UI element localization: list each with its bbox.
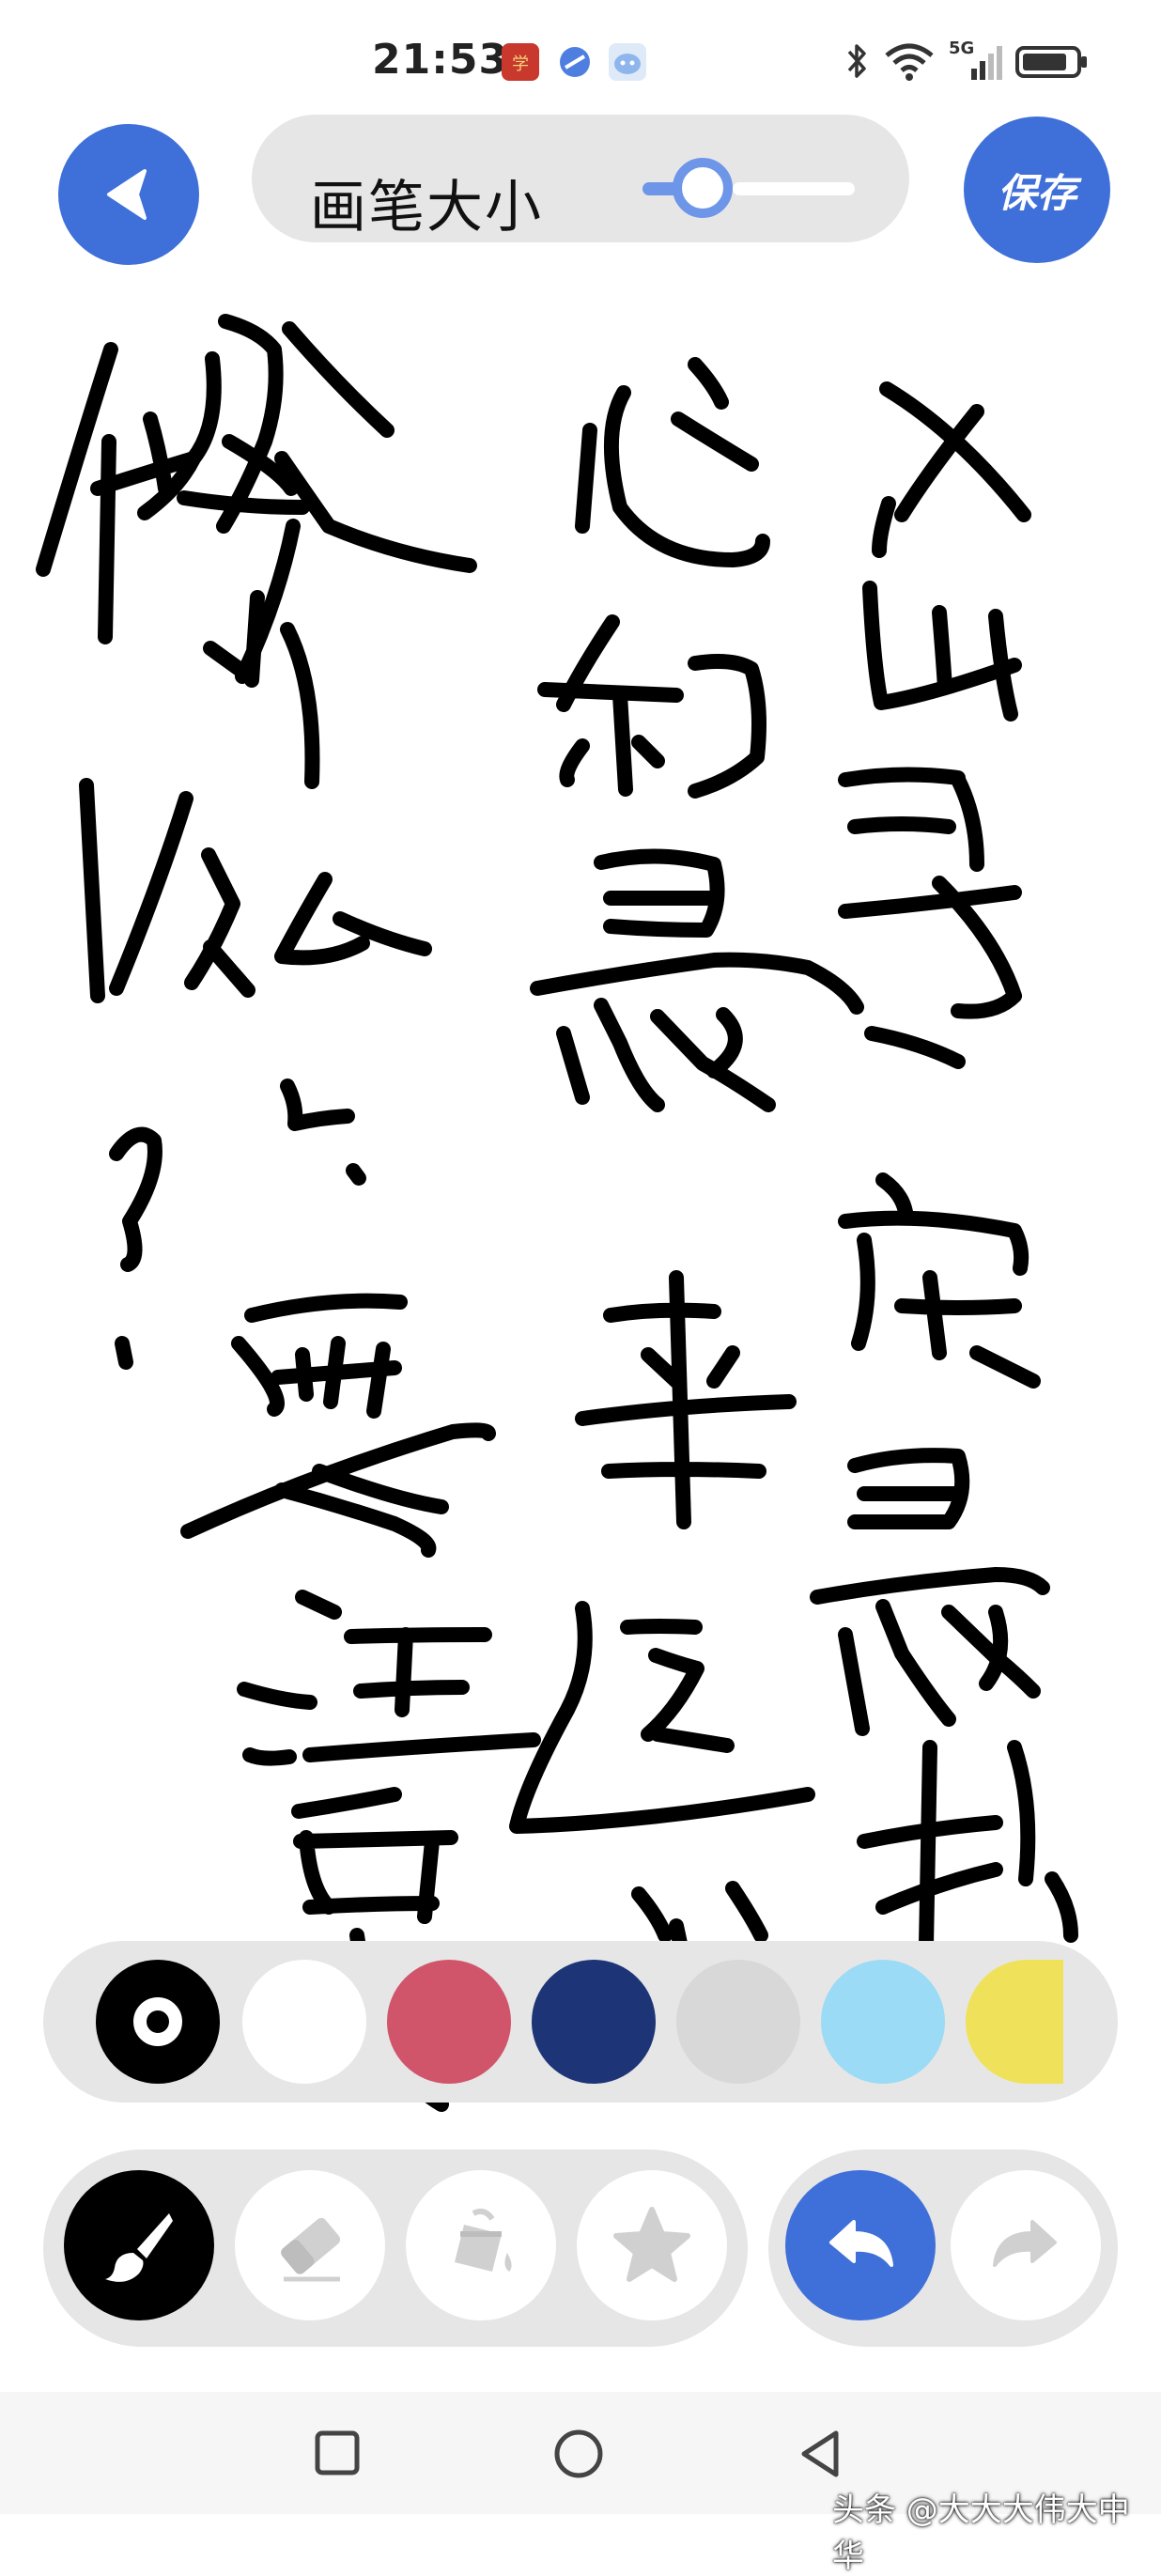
back-button[interactable] [58, 124, 199, 265]
color-swatch-white[interactable] [242, 1960, 366, 2084]
status-time: 21:53 [372, 36, 509, 84]
back-arrow-icon [107, 169, 147, 220]
home-icon[interactable] [552, 2428, 605, 2480]
save-button[interactable]: 保存 [964, 116, 1110, 263]
selected-indicator [133, 1997, 182, 2046]
redo-button[interactable] [951, 2170, 1101, 2320]
watermark: 头条 @大大大伟大中华 [832, 2491, 1130, 2575]
eraser-tool-button[interactable] [235, 2170, 385, 2320]
color-swatch-black[interactable] [96, 1960, 220, 2084]
back-icon[interactable] [797, 2428, 844, 2480]
assistant-app-icon [609, 43, 646, 81]
color-swatch-navy[interactable] [532, 1960, 656, 2084]
status-indicators: 5G [845, 38, 1090, 85]
brush-icon [105, 2213, 173, 2282]
bluetooth-icon [847, 44, 866, 78]
brush-size-slider-thumb[interactable] [673, 158, 733, 218]
battery-icon [1015, 46, 1087, 78]
recent-apps-icon[interactable] [314, 2429, 361, 2476]
brush-size-slider-track[interactable] [733, 182, 855, 195]
color-swatch-light-blue[interactable] [821, 1960, 945, 2084]
svg-text:学: 学 [512, 54, 529, 74]
network-type: 5G [949, 39, 975, 58]
undo-icon [829, 2220, 893, 2267]
eraser-icon [281, 2217, 341, 2282]
color-swatch-red[interactable] [387, 1960, 511, 2084]
brush-tool-button[interactable] [64, 2170, 214, 2320]
sticker-tool-button[interactable] [577, 2170, 727, 2320]
fill-bucket-icon [455, 2209, 512, 2272]
undo-button[interactable] [785, 2170, 936, 2320]
browser-app-icon [556, 43, 594, 81]
brush-size-label: 画笔大小 [310, 175, 543, 241]
color-swatch-gray[interactable] [676, 1960, 800, 2084]
redo-icon [993, 2220, 1057, 2267]
wifi-icon [885, 43, 934, 81]
cellular-signal-icon: 5G [949, 39, 1002, 84]
xuexi-app-icon: 学 [502, 43, 539, 81]
fill-tool-button[interactable] [406, 2170, 556, 2320]
sticker-star-icon [613, 2207, 690, 2282]
